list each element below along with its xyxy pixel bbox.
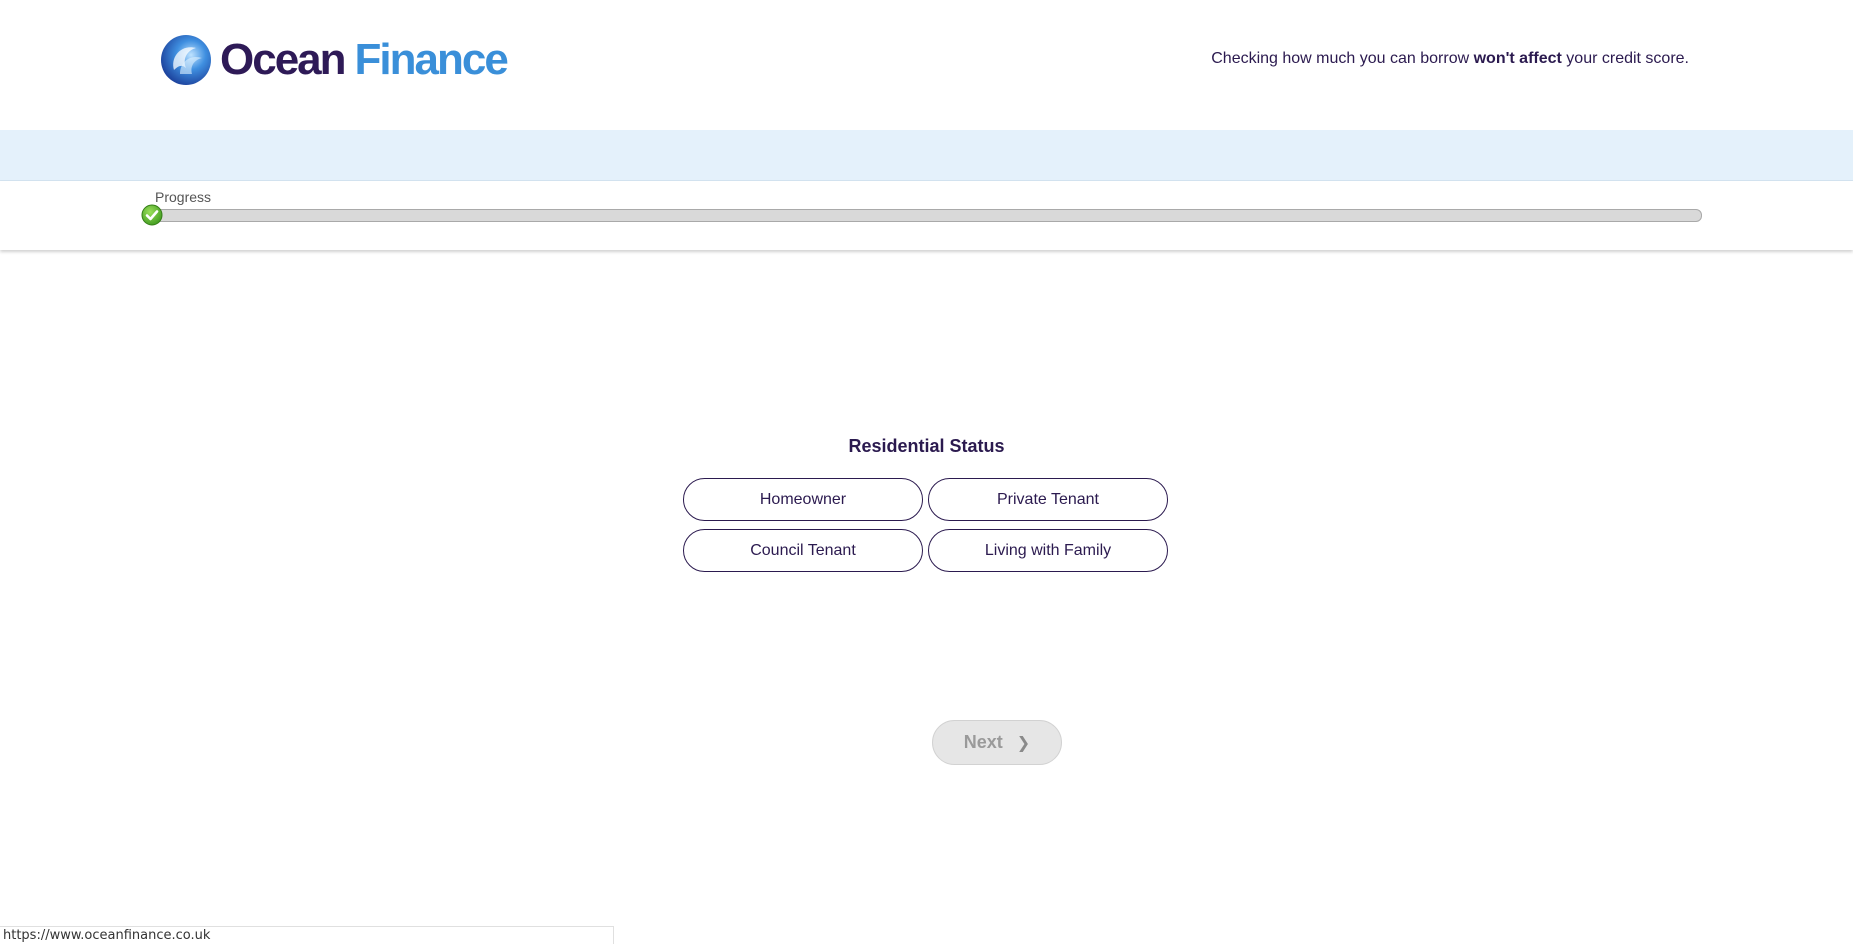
question-title: Residential Status: [848, 436, 1005, 456]
option-living-with-family[interactable]: Living with Family: [928, 529, 1168, 572]
ocean-swirl-logo-icon: [161, 35, 211, 85]
browser-status-url: https://www.oceanfinance.co.uk: [0, 926, 614, 944]
logo-word-ocean: Ocean: [220, 35, 347, 84]
header-band: [0, 130, 1853, 181]
next-label: Next: [963, 732, 1003, 752]
next-button[interactable]: Next ❯: [932, 720, 1062, 765]
logo-word-finance: Finance: [354, 35, 509, 84]
option-council-tenant[interactable]: Council Tenant: [683, 529, 923, 572]
logo[interactable]: Ocean Finance: [160, 34, 509, 86]
progress-label: Progress: [155, 189, 212, 205]
progress-section: Progress: [0, 181, 1853, 250]
tagline-pre: Checking how much you can borrow: [1211, 50, 1474, 67]
progress-bar: [152, 209, 1702, 222]
option-homeowner[interactable]: Homeowner: [683, 478, 923, 521]
option-private-tenant[interactable]: Private Tenant: [928, 478, 1168, 521]
chevron-right-icon: ❯: [1016, 734, 1031, 752]
credit-score-tagline: Checking how much you can borrow won't a…: [1211, 50, 1689, 68]
tagline-post: your credit score.: [1561, 50, 1689, 67]
tagline-bold: won't affect: [1473, 50, 1562, 67]
site-header: Ocean Finance Checking how much you can b…: [0, 0, 1853, 130]
logo-text: Ocean Finance: [220, 34, 509, 86]
residential-status-options: Homeowner Private Tenant Council Tenant …: [683, 478, 1170, 572]
check-icon: [141, 204, 163, 226]
